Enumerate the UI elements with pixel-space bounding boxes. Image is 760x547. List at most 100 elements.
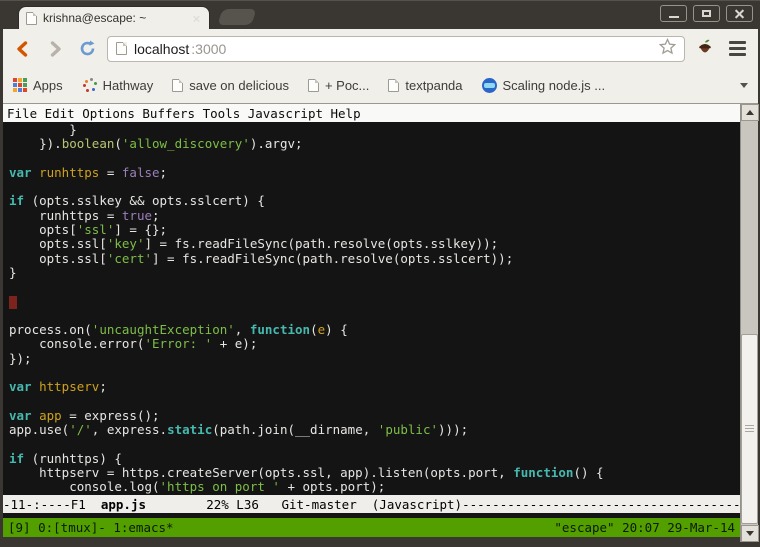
arrow-up-icon bbox=[746, 110, 754, 115]
tmux-statusbar: [9] 0:[tmux]- 1:emacs* "escape" 20:07 29… bbox=[3, 518, 740, 537]
cursor-line bbox=[9, 295, 740, 309]
bookmark-item[interactable]: Hathway bbox=[82, 78, 154, 93]
page-favicon-icon bbox=[388, 79, 399, 92]
window-titlebar[interactable]: krishna@escape: ~ bbox=[0, 1, 760, 29]
menu-item-buffers[interactable]: Buffers bbox=[142, 106, 195, 121]
menu-item-tools[interactable]: Tools bbox=[203, 106, 241, 121]
back-button[interactable] bbox=[11, 37, 35, 61]
url-bar[interactable]: localhost:3000 bbox=[107, 36, 685, 62]
bookmark-star-icon[interactable] bbox=[659, 38, 676, 60]
hathway-favicon-icon bbox=[82, 78, 97, 93]
minimize-icon bbox=[669, 16, 679, 18]
code-line bbox=[9, 395, 740, 409]
menu-item-javascript[interactable]: Javascript bbox=[248, 106, 323, 121]
forward-button[interactable] bbox=[43, 37, 67, 61]
code-line: } bbox=[9, 123, 740, 137]
reload-icon bbox=[78, 39, 97, 58]
browser-chrome: localhost:3000 Apps Hathway save on delici… bbox=[3, 29, 758, 104]
menu-button[interactable] bbox=[725, 41, 750, 56]
code-line: } bbox=[9, 266, 740, 280]
reload-button[interactable] bbox=[75, 37, 99, 61]
tab-favicon-icon bbox=[26, 12, 37, 25]
modeline-position: 22% L36 Git-master (Javascript) bbox=[146, 497, 462, 512]
bookmarks-list: Apps Hathway save on delicious + Poc... text… bbox=[13, 78, 605, 93]
code-line: if (opts.sslkey && opts.sslcert) { bbox=[9, 194, 740, 208]
hamburger-icon bbox=[729, 41, 746, 44]
code-line: runhttps = true; bbox=[9, 209, 740, 223]
bookmark-item[interactable]: + Poc... bbox=[308, 78, 369, 93]
page-favicon-icon bbox=[172, 79, 183, 92]
code-line: }).boolean('allow_discovery').argv; bbox=[9, 137, 740, 151]
code-line: var app = express(); bbox=[9, 409, 740, 423]
browser-window: krishna@escape: ~ localhost:3000 bbox=[0, 0, 760, 547]
code-line: console.log('https on port ' + opts.port… bbox=[9, 480, 740, 494]
scroll-up-button[interactable] bbox=[741, 104, 759, 121]
terminal-code-area[interactable]: } }).boolean('allow_discovery').argv;var… bbox=[3, 122, 740, 518]
browser-tab[interactable]: krishna@escape: ~ bbox=[18, 6, 210, 29]
maximize-icon bbox=[702, 10, 711, 17]
code-line bbox=[9, 280, 740, 294]
menu-item-edit[interactable]: Edit bbox=[45, 106, 75, 121]
code-line: console.error('Error: ' + e); bbox=[9, 337, 740, 351]
bookmark-label: + Poc... bbox=[325, 78, 369, 93]
code-line bbox=[9, 366, 740, 380]
menu-item-help[interactable]: Help bbox=[331, 106, 361, 121]
emacs-modeline: -11-:----F1 app.js 22% L36 Git-master (J… bbox=[3, 495, 740, 513]
emacs-cursor bbox=[9, 296, 17, 309]
code-line bbox=[9, 152, 740, 166]
close-button[interactable] bbox=[726, 5, 753, 22]
code-line: var runhttps = false; bbox=[9, 166, 740, 180]
modeline-buffer-name: app.js bbox=[101, 497, 146, 512]
minimize-button[interactable] bbox=[660, 5, 687, 22]
code-line: opts['ssl'] = {}; bbox=[9, 223, 740, 237]
code-line: process.on('uncaughtException', function… bbox=[9, 323, 740, 337]
code-line bbox=[9, 180, 740, 194]
bookmarks-bar: Apps Hathway save on delicious + Poc... text… bbox=[3, 68, 758, 102]
bookmark-label: save on delicious bbox=[189, 78, 289, 93]
extension-acorn-button[interactable] bbox=[693, 37, 717, 61]
code-line: var httpserv; bbox=[9, 380, 740, 394]
code-line: httpserv = https.createServer(opts.ssl, … bbox=[9, 466, 740, 480]
url-port: :3000 bbox=[191, 41, 226, 57]
code-line: if (runhttps) { bbox=[9, 452, 740, 466]
tab-title: krishna@escape: ~ bbox=[43, 11, 185, 25]
tmux-session-clock: "escape" 20:07 29-Mar-14 bbox=[554, 520, 735, 535]
tab-close-icon[interactable] bbox=[193, 14, 201, 22]
close-icon bbox=[734, 8, 745, 19]
tmux-windows: [9] 0:[tmux]- 1:emacs* bbox=[8, 520, 174, 535]
back-icon bbox=[14, 40, 32, 58]
code-line bbox=[9, 309, 740, 323]
bookmark-label: Apps bbox=[33, 78, 63, 93]
page-scrollbar[interactable] bbox=[740, 104, 758, 542]
menu-item-options[interactable]: Options bbox=[82, 106, 135, 121]
bookmarks-overflow-chevron-icon[interactable] bbox=[740, 83, 748, 88]
window-controls bbox=[660, 5, 753, 22]
bookmark-label: Scaling node.js ... bbox=[503, 78, 606, 93]
forward-icon bbox=[46, 40, 64, 58]
page-favicon-icon bbox=[308, 79, 319, 92]
modeline-flags: -11-:----F1 bbox=[3, 497, 101, 512]
maximize-button[interactable] bbox=[693, 5, 720, 22]
code-line: opts.ssl['key'] = fs.readFileSync(path.r… bbox=[9, 237, 740, 251]
bookmark-label: textpanda bbox=[405, 78, 462, 93]
page-icon bbox=[116, 42, 127, 55]
bookmark-item[interactable]: textpanda bbox=[388, 78, 462, 93]
scrollbar-thumb[interactable] bbox=[741, 334, 758, 524]
bookmark-item[interactable]: Apps bbox=[13, 78, 63, 93]
emacs-menubar: File Edit Options Buffers Tools Javascript Hel… bbox=[3, 104, 740, 122]
code-line: opts.ssl['cert'] = fs.readFileSync(path.… bbox=[9, 252, 740, 266]
nodeface-favicon-icon bbox=[482, 78, 497, 93]
acorn-icon bbox=[696, 38, 714, 59]
bookmark-label: Hathway bbox=[103, 78, 154, 93]
code-line: }); bbox=[9, 352, 740, 366]
new-tab-button[interactable] bbox=[217, 9, 256, 25]
code-line bbox=[9, 438, 740, 452]
bookmark-item[interactable]: Scaling node.js ... bbox=[482, 78, 606, 93]
arrow-down-icon bbox=[746, 531, 754, 536]
menu-item-file[interactable]: File bbox=[7, 106, 37, 121]
code-line: app.use('/', express.static(path.join(__… bbox=[9, 423, 740, 437]
bookmark-item[interactable]: save on delicious bbox=[172, 78, 289, 93]
modeline-dash-fill: ----------------------------------------… bbox=[462, 497, 740, 512]
browser-toolbar: localhost:3000 bbox=[3, 29, 758, 68]
scroll-down-button[interactable] bbox=[741, 525, 759, 542]
